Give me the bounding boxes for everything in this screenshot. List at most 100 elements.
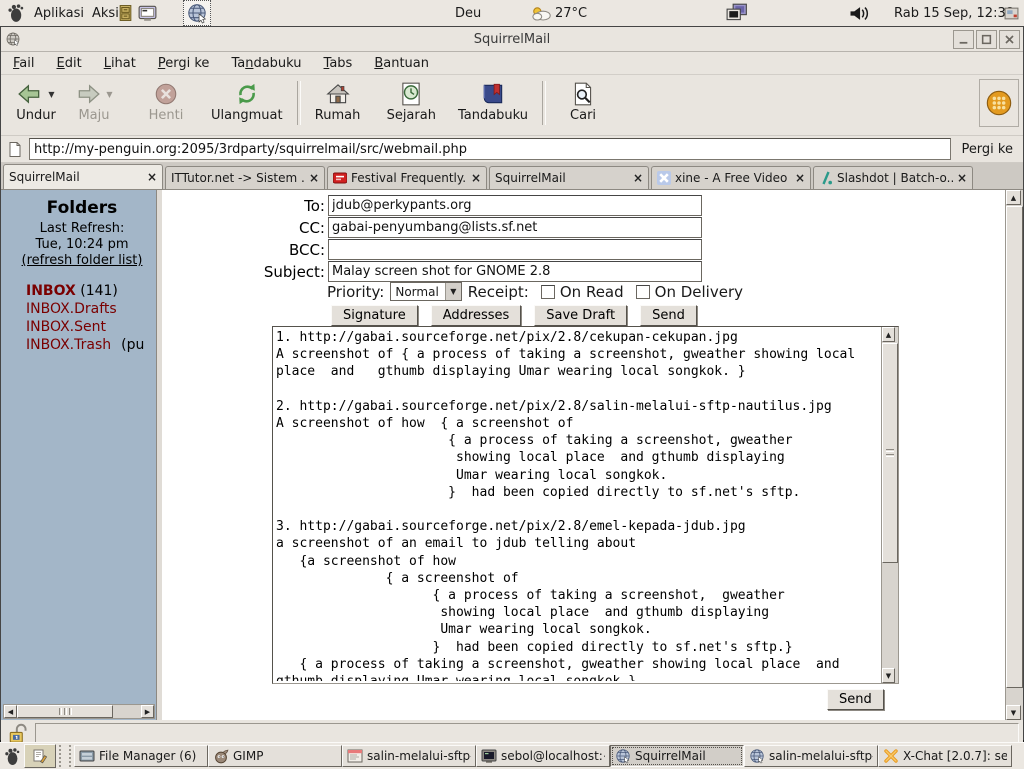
on-delivery-checkbox[interactable] bbox=[636, 285, 650, 299]
tab-squirrelmail-2[interactable]: SquirrelMail × bbox=[489, 166, 649, 189]
go-button[interactable]: Pergi ke bbox=[957, 142, 1017, 157]
cc-label: CC: bbox=[162, 219, 328, 237]
subject-field[interactable] bbox=[328, 261, 702, 282]
window-title: SquirrelMail bbox=[1, 32, 1023, 47]
url-input[interactable] bbox=[29, 138, 951, 160]
priority-label: Priority: bbox=[327, 283, 384, 301]
scrollbar-thumb[interactable] bbox=[1006, 206, 1023, 688]
task-gimp[interactable]: GIMP bbox=[208, 745, 342, 767]
tab-close-icon[interactable]: × bbox=[471, 172, 481, 184]
task-file-manager[interactable]: File Manager (6) bbox=[74, 745, 208, 767]
menu-tandabuku[interactable]: Tandabuku bbox=[231, 56, 301, 71]
tabbar: SquirrelMail × ITTutor.net -> Sistem ...… bbox=[1, 163, 1023, 190]
stop-button[interactable]: Henti bbox=[137, 79, 195, 124]
scroll-down-icon[interactable]: ▼ bbox=[1006, 705, 1021, 720]
page-vertical-scrollbar[interactable]: ▲ ▼ bbox=[1005, 190, 1023, 720]
keyboard-indicator[interactable]: Deu bbox=[455, 0, 481, 26]
folder-inbox-drafts[interactable]: INBOX.Drafts bbox=[26, 300, 144, 318]
task-sebol-terminal[interactable]: sebol@localhost:~/ bbox=[476, 745, 610, 767]
task-xchat[interactable]: X-Chat [2.0.7]: sebol bbox=[878, 745, 1012, 767]
scroll-right-icon[interactable]: ▶ bbox=[141, 705, 154, 718]
toolbar: ▼ Undur ▼ Maju Henti Ulangmuat Rumah Sej… bbox=[1, 75, 1023, 136]
tab-squirrelmail-1[interactable]: SquirrelMail × bbox=[3, 164, 163, 189]
task-squirrelmail[interactable]: SquirrelMail bbox=[610, 745, 744, 767]
minimize-button[interactable] bbox=[953, 30, 974, 49]
weather-applet[interactable]: 27°C bbox=[531, 0, 587, 26]
cc-field[interactable] bbox=[328, 217, 702, 238]
scrollbar-thumb[interactable] bbox=[17, 705, 113, 718]
tab-close-icon[interactable]: × bbox=[795, 172, 805, 184]
tab-close-icon[interactable]: × bbox=[309, 172, 319, 184]
gnome-foot-icon bbox=[6, 3, 24, 23]
maximize-button[interactable] bbox=[976, 30, 997, 49]
task-salin-terminal[interactable]: salin-melalui-sftp-n bbox=[342, 745, 476, 767]
show-desktop-button[interactable] bbox=[24, 744, 56, 768]
back-button[interactable]: ▼ Undur bbox=[7, 79, 65, 124]
back-dropdown-icon[interactable]: ▼ bbox=[48, 90, 54, 99]
sidebar-horizontal-scrollbar[interactable]: ◀ ▶ bbox=[3, 704, 155, 719]
web-browser-launcher[interactable] bbox=[183, 0, 211, 26]
tab-close-icon[interactable]: × bbox=[147, 171, 157, 183]
menu-bantuan[interactable]: Bantuan bbox=[374, 56, 429, 71]
scrollbar-thumb[interactable] bbox=[882, 343, 898, 563]
save-draft-button[interactable]: Save Draft bbox=[534, 305, 627, 326]
home-button[interactable]: Rumah bbox=[309, 79, 367, 124]
tab-close-icon[interactable]: × bbox=[957, 172, 967, 184]
reload-button[interactable]: Ulangmuat bbox=[205, 79, 289, 124]
chevron-down-icon[interactable]: ▼ bbox=[445, 283, 461, 300]
scroll-up-icon[interactable]: ▲ bbox=[882, 327, 895, 342]
scroll-left-icon[interactable]: ◀ bbox=[4, 705, 17, 718]
scroll-up-icon[interactable]: ▲ bbox=[1006, 190, 1021, 205]
forward-dropdown-icon[interactable]: ▼ bbox=[106, 90, 112, 99]
addresses-button[interactable]: Addresses bbox=[431, 305, 522, 326]
find-button[interactable]: Cari bbox=[554, 79, 612, 124]
scroll-down-icon[interactable]: ▼ bbox=[882, 668, 895, 683]
menu-tabs[interactable]: Tabs bbox=[324, 56, 353, 71]
send-button-bottom[interactable]: Send bbox=[827, 689, 884, 710]
menu-fail[interactable]: Fail bbox=[13, 56, 35, 71]
on-read-checkbox[interactable] bbox=[541, 285, 555, 299]
tab-festival[interactable]: Festival Frequently... × bbox=[327, 166, 487, 189]
titlebar[interactable]: SquirrelMail bbox=[1, 27, 1023, 52]
terminal-launcher[interactable] bbox=[134, 0, 160, 26]
to-field[interactable] bbox=[328, 195, 702, 216]
globe-icon bbox=[615, 748, 631, 764]
workspace-switcher[interactable] bbox=[726, 0, 748, 26]
textarea-scrollbar[interactable]: ▲ ▼ bbox=[881, 327, 898, 683]
menu-edit[interactable]: Edit bbox=[57, 56, 82, 71]
gnome-foot-icon[interactable] bbox=[3, 747, 20, 766]
menu-lihat[interactable]: Lihat bbox=[104, 56, 136, 71]
tab-ittutor[interactable]: ITTutor.net -> Sistem ... × bbox=[165, 166, 325, 189]
message-body-textarea[interactable]: 1. http://gabai.sourceforge.net/pix/2.8/… bbox=[272, 326, 899, 684]
priority-select[interactable]: Normal ▼ bbox=[390, 282, 461, 301]
refresh-folder-list-link[interactable]: (refresh folder list) bbox=[15, 253, 149, 269]
send-button[interactable]: Send bbox=[640, 305, 697, 326]
find-icon bbox=[570, 81, 596, 107]
folders-sidebar: Folders Last Refresh: Tue, 10:24 pm (ref… bbox=[1, 190, 156, 720]
bcc-field[interactable] bbox=[328, 239, 702, 260]
workspace-switcher-icon bbox=[726, 3, 748, 23]
folder-inbox-sent[interactable]: INBOX.Sent bbox=[26, 318, 144, 336]
task-salin-browser[interactable]: salin-melalui-sftp-n bbox=[744, 745, 878, 767]
signature-button[interactable]: Signature bbox=[331, 305, 418, 326]
taskbar-handle[interactable] bbox=[59, 745, 71, 767]
tab-slashdot[interactable]: Slashdot | Batch-o... × bbox=[813, 166, 973, 189]
tab-close-icon[interactable]: × bbox=[633, 172, 643, 184]
dark-terminal-icon bbox=[481, 748, 497, 764]
page-icon bbox=[7, 141, 23, 158]
folder-inbox-trash[interactable]: INBOX.Trash(pu bbox=[26, 336, 144, 354]
bookmarks-button[interactable]: Tandabuku bbox=[452, 79, 534, 124]
close-button[interactable] bbox=[999, 30, 1020, 49]
history-button[interactable]: Sejarah bbox=[381, 79, 442, 124]
forward-button[interactable]: ▼ Maju bbox=[65, 79, 123, 124]
folder-inbox[interactable]: INBOX (141) bbox=[26, 282, 144, 300]
tab-xine[interactable]: xine - A Free Video ... × bbox=[651, 166, 811, 189]
tray-icon[interactable] bbox=[1004, 0, 1019, 26]
folders-heading: Folders bbox=[15, 198, 149, 218]
panel-menu-aplikasi[interactable]: Aplikasi bbox=[28, 0, 90, 26]
back-icon bbox=[17, 81, 43, 107]
menu-pergi-ke[interactable]: Pergi ke bbox=[158, 56, 210, 71]
clock-applet[interactable]: Rab 15 Sep, 12:38 bbox=[894, 0, 1014, 26]
gnome-menu-button[interactable] bbox=[6, 0, 24, 26]
volume-applet[interactable] bbox=[848, 0, 870, 26]
